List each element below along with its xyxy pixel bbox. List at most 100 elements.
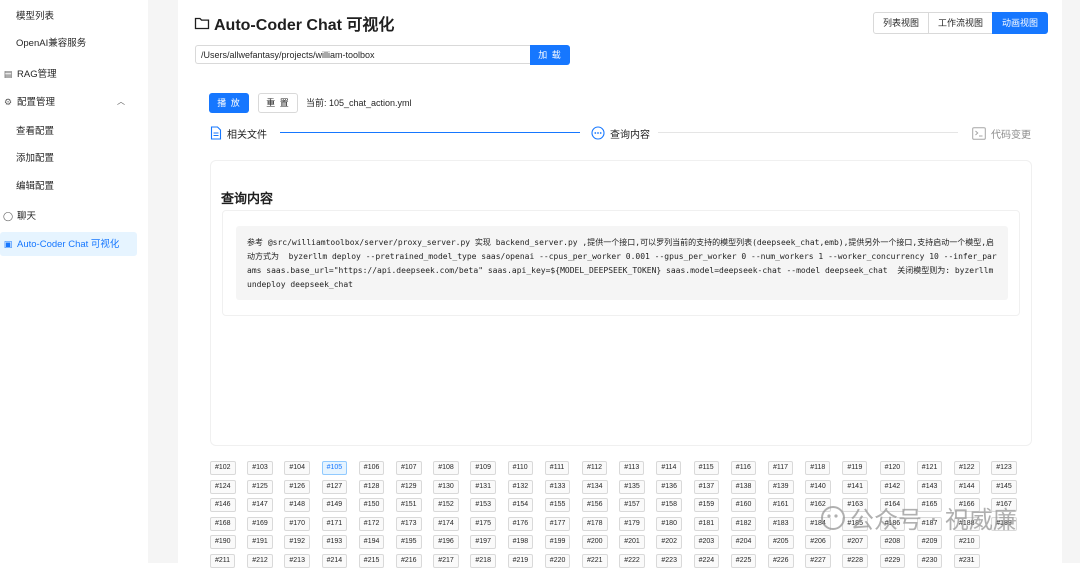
step-tag[interactable]: #112 (582, 461, 608, 475)
workflow-view-button[interactable]: 工作流视图 (927, 12, 993, 34)
step-tag[interactable]: #114 (656, 461, 682, 475)
sidebar-item-edit-config[interactable]: 编辑配置 (0, 175, 137, 199)
step-tag[interactable]: #206 (805, 535, 831, 549)
step-tag[interactable]: #108 (433, 461, 459, 475)
step-tag[interactable]: #128 (358, 479, 385, 494)
step-tag[interactable]: #183 (768, 516, 794, 531)
step-tag[interactable]: #181 (693, 516, 720, 531)
sidebar-item-add-config[interactable]: 添加配置 (0, 147, 137, 171)
step-tag[interactable]: #119 (842, 461, 868, 475)
step-tag[interactable]: #115 (693, 461, 719, 475)
step-tag[interactable]: #231 (954, 553, 980, 568)
step-tag[interactable]: #220 (544, 553, 571, 568)
step-related-files[interactable]: 相关文件 (210, 124, 267, 142)
step-tag[interactable]: #226 (768, 553, 794, 568)
step-tag[interactable]: #161 (768, 498, 794, 512)
step-tag[interactable]: #143 (916, 479, 943, 494)
step-tag[interactable]: #148 (284, 498, 310, 512)
step-tag[interactable]: #213 (284, 553, 310, 568)
step-tag[interactable]: #211 (210, 553, 236, 568)
step-tag[interactable]: #222 (619, 553, 645, 568)
step-tag[interactable]: #140 (805, 479, 831, 494)
step-tag[interactable]: #142 (879, 479, 906, 494)
step-tag[interactable]: #174 (433, 516, 459, 531)
step-tag[interactable]: #139 (768, 479, 794, 494)
step-tag[interactable]: #227 (805, 553, 831, 568)
sidebar-item-chat[interactable]: ◯ 聊天 (0, 204, 137, 228)
step-tag[interactable]: #194 (358, 535, 385, 549)
step-tag[interactable]: #109 (470, 461, 496, 475)
step-tag[interactable]: #192 (284, 535, 310, 549)
step-tag[interactable]: #124 (210, 479, 236, 494)
step-tag[interactable]: #225 (730, 553, 757, 568)
step-tag[interactable]: #105 (321, 461, 348, 475)
step-tag[interactable]: #173 (396, 516, 422, 531)
step-tag[interactable]: #133 (544, 479, 571, 494)
step-tag[interactable]: #125 (247, 479, 273, 494)
step-query-content[interactable]: 查询内容 (591, 124, 650, 142)
animation-view-button[interactable]: 动画视图 (991, 12, 1048, 34)
step-tag[interactable]: #178 (582, 516, 608, 531)
step-tag[interactable]: #138 (730, 479, 757, 494)
sidebar-item-rag[interactable]: ▤ RAG管理 (0, 62, 137, 86)
step-tag[interactable]: #155 (544, 498, 571, 512)
step-code-change[interactable]: 代码变更 (972, 124, 1031, 142)
step-tag[interactable]: #147 (247, 498, 273, 512)
step-tag[interactable]: #153 (470, 498, 496, 512)
step-tag[interactable]: #229 (879, 553, 906, 568)
step-tag[interactable]: #122 (954, 461, 980, 475)
step-tag[interactable]: #156 (582, 498, 608, 512)
play-button[interactable]: 播 放 (209, 93, 249, 113)
step-tag[interactable]: #203 (693, 535, 720, 549)
step-tag[interactable]: #136 (656, 479, 682, 494)
step-tag[interactable]: #205 (768, 535, 794, 549)
step-tag[interactable]: #228 (842, 553, 868, 568)
step-tag[interactable]: #149 (321, 498, 348, 512)
step-tag[interactable]: #196 (433, 535, 459, 549)
step-tag[interactable]: #120 (879, 461, 906, 475)
step-tag[interactable]: #171 (321, 516, 348, 531)
step-tag[interactable]: #199 (544, 535, 571, 549)
step-tag[interactable]: #179 (619, 516, 645, 531)
step-tag[interactable]: #135 (619, 479, 645, 494)
list-view-button[interactable]: 列表视图 (872, 12, 929, 34)
step-tag[interactable]: #182 (730, 516, 757, 531)
step-tag[interactable]: #207 (842, 535, 868, 549)
step-tag[interactable]: #130 (433, 479, 459, 494)
step-tag[interactable]: #204 (730, 535, 757, 549)
step-tag[interactable]: #168 (210, 516, 236, 531)
step-tag[interactable]: #172 (358, 516, 385, 531)
step-tag[interactable]: #218 (470, 553, 496, 568)
step-tag[interactable]: #202 (656, 535, 682, 549)
project-path-input[interactable] (195, 45, 530, 64)
step-tag[interactable]: #175 (470, 516, 496, 531)
step-tag[interactable]: #191 (247, 535, 273, 549)
step-tag[interactable]: #144 (954, 479, 980, 494)
step-tag[interactable]: #145 (991, 479, 1017, 494)
step-tag[interactable]: #214 (321, 553, 348, 568)
step-tag[interactable]: #129 (396, 479, 422, 494)
sidebar-item-openai-service[interactable]: OpenAI兼容服务 (0, 32, 137, 56)
step-tag[interactable]: #127 (321, 479, 348, 494)
step-tag[interactable]: #195 (396, 535, 422, 549)
reset-button[interactable]: 重 置 (258, 93, 298, 113)
step-tag[interactable]: #157 (619, 498, 645, 512)
load-button[interactable]: 加 载 (530, 45, 570, 65)
step-tag[interactable]: #110 (507, 461, 533, 475)
step-tag[interactable]: #209 (916, 535, 943, 549)
step-tag[interactable]: #106 (358, 461, 385, 475)
step-tag[interactable]: #131 (470, 479, 496, 494)
step-tag[interactable]: #201 (619, 535, 645, 549)
step-tag[interactable]: #210 (954, 535, 980, 549)
step-tag[interactable]: #198 (507, 535, 534, 549)
sidebar-item-view-config[interactable]: 查看配置 (0, 120, 137, 144)
step-tag[interactable]: #123 (991, 461, 1017, 475)
step-tag[interactable]: #117 (768, 461, 794, 475)
step-tag[interactable]: #158 (656, 498, 682, 512)
step-tag[interactable]: #132 (507, 479, 534, 494)
step-tag[interactable]: #170 (284, 516, 310, 531)
step-tag[interactable]: #216 (396, 553, 422, 568)
step-tag[interactable]: #151 (396, 498, 422, 512)
step-tag[interactable]: #111 (544, 461, 570, 475)
step-tag[interactable]: #193 (321, 535, 348, 549)
